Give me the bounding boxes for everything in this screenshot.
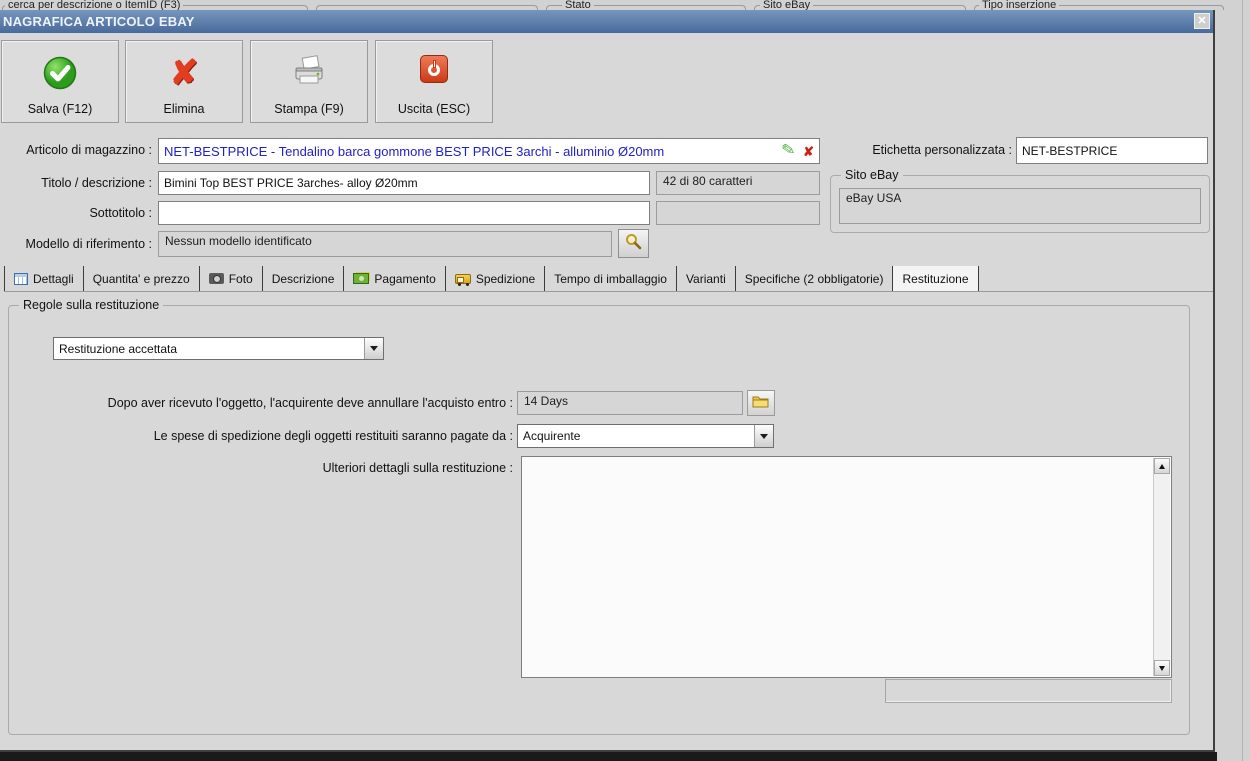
- bg-label-stato: Stato: [562, 0, 594, 10]
- etichetta-label: Etichetta personalizzata :: [872, 143, 1012, 157]
- tab-strip: Dettagli Quantita' e prezzo Foto Descriz…: [4, 266, 1213, 292]
- tab-tempo-di-imballaggio[interactable]: Tempo di imballaggio: [545, 266, 677, 291]
- return-paid-by-select[interactable]: Acquirente: [517, 424, 774, 448]
- close-button[interactable]: ✕: [1194, 13, 1210, 29]
- sottotitolo-label: Sottotitolo :: [89, 206, 152, 220]
- tab-label: Varianti: [685, 271, 726, 286]
- titolo-input[interactable]: Bimini Top BEST PRICE 3arches- alloy Ø20…: [158, 171, 650, 195]
- scroll-up-icon[interactable]: [1154, 458, 1170, 474]
- clear-x-icon[interactable]: ✘: [803, 145, 814, 158]
- etichetta-value: NET-BESTPRICE: [1022, 143, 1118, 158]
- return-policy-select[interactable]: Restituzione accettata: [53, 337, 384, 360]
- return-details-label: Ulteriori dettagli sulla restituzione :: [322, 461, 513, 475]
- return-paid-by-label: Le spese di spedizione degli oggetti res…: [153, 429, 513, 443]
- return-within-label: Dopo aver ricevuto l'oggetto, l'acquiren…: [107, 396, 513, 410]
- tab-label: Pagamento: [374, 271, 436, 286]
- etichetta-input[interactable]: NET-BESTPRICE: [1016, 137, 1208, 164]
- tab-label: Specifiche (2 obbligatorie): [744, 271, 884, 286]
- titolo-label: Titolo / descrizione :: [41, 176, 152, 190]
- sottotitolo-counter: [656, 201, 820, 225]
- return-footer-field: [885, 679, 1172, 703]
- print-button-label: Stampa (F9): [274, 102, 344, 116]
- ebay-article-dialog: NAGRAFICA ARTICOLO EBAY ✕ Salva (F12) ✘ …: [0, 10, 1215, 752]
- edit-pencil-icon[interactable]: ✎: [780, 141, 796, 160]
- delete-button[interactable]: ✘ Elimina: [125, 40, 243, 123]
- tab-label: Quantita' e prezzo: [92, 271, 190, 286]
- scroll-down-icon[interactable]: [1154, 660, 1170, 676]
- search-icon: [625, 233, 642, 255]
- tab-restituzione[interactable]: Restituzione: [893, 266, 979, 291]
- background-divider-line: [1242, 0, 1243, 761]
- background-window-strip: cerca per descrizione o ItemID (F3) Stat…: [0, 0, 1250, 10]
- return-details-value: [522, 457, 1171, 461]
- print-button[interactable]: Stampa (F9): [250, 40, 368, 123]
- printer-icon: [251, 55, 367, 91]
- exit-button[interactable]: Uscita (ESC): [375, 40, 493, 123]
- bg-label-sito-ebay: Sito eBay: [760, 0, 814, 10]
- textarea-scrollbar[interactable]: [1153, 458, 1170, 676]
- tab-label: Dettagli: [33, 271, 74, 286]
- return-within-picker-button[interactable]: [747, 390, 775, 416]
- tab-label: Foto: [228, 271, 253, 286]
- tab-specifiche[interactable]: Specifiche (2 obbligatorie): [736, 266, 894, 291]
- tab-varianti[interactable]: Varianti: [677, 266, 736, 291]
- dialog-bottom-shadow: [0, 752, 1217, 761]
- exit-button-label: Uscita (ESC): [397, 102, 471, 116]
- tab-spedizione[interactable]: Spedizione: [446, 266, 546, 291]
- return-details-textarea[interactable]: [521, 456, 1172, 678]
- sottotitolo-input[interactable]: [158, 201, 650, 225]
- chevron-down-icon[interactable]: [754, 425, 773, 447]
- chevron-down-icon[interactable]: [364, 338, 383, 359]
- save-button[interactable]: Salva (F12): [1, 40, 119, 123]
- folder-icon: [752, 394, 770, 413]
- tab-quantita-e-prezzo[interactable]: Quantita' e prezzo: [84, 266, 200, 291]
- delete-button-label: Elimina: [163, 102, 205, 116]
- tab-descrizione[interactable]: Descrizione: [263, 266, 345, 291]
- red-x-icon: ✘: [169, 54, 199, 92]
- bg-label-tipo-inserzione: Tipo inserzione: [979, 0, 1060, 10]
- articolo-label: Articolo di magazzino :: [26, 143, 152, 157]
- articolo-value: NET-BESTPRICE - Tendalino barca gommone …: [164, 143, 665, 159]
- tab-label: Spedizione: [475, 271, 536, 286]
- articolo-field[interactable]: NET-BESTPRICE - Tendalino barca gommone …: [158, 138, 820, 164]
- sito-ebay-groupbox: Sito eBay eBay USA: [830, 168, 1210, 233]
- power-icon: [376, 55, 492, 83]
- return-rules-legend: Regole sulla restituzione: [19, 298, 164, 312]
- tab-label: Tempo di imballaggio: [554, 271, 667, 286]
- titolo-value: Bimini Top BEST PRICE 3arches- alloy Ø20…: [164, 176, 418, 190]
- bg-label-search: cerca per descrizione o ItemID (F3): [5, 0, 184, 10]
- titolo-counter: 42 di 80 caratteri: [656, 171, 820, 195]
- tab-foto[interactable]: Foto: [200, 266, 263, 291]
- modello-label: Modello di riferimento :: [25, 237, 152, 251]
- save-button-label: Salva (F12): [27, 102, 93, 116]
- money-icon: [353, 273, 370, 284]
- sito-ebay-field: eBay USA: [839, 188, 1201, 224]
- dialog-title: NAGRAFICA ARTICOLO EBAY: [3, 14, 195, 29]
- tab-dettagli[interactable]: Dettagli: [4, 266, 84, 291]
- sito-ebay-legend: Sito eBay: [841, 168, 903, 182]
- return-policy-value: Restituzione accettata: [59, 341, 178, 356]
- modello-field: Nessun modello identificato: [158, 231, 612, 257]
- truck-icon: [454, 273, 471, 286]
- camera-icon: [208, 273, 224, 284]
- return-within-field: 14 Days: [517, 391, 743, 415]
- return-rules-groupbox: Regole sulla restituzione Restituzione a…: [8, 298, 1190, 735]
- tab-pagamento[interactable]: Pagamento: [344, 266, 446, 291]
- check-circle-icon: [2, 55, 118, 91]
- table-icon: [14, 272, 28, 285]
- model-search-button[interactable]: [618, 229, 649, 258]
- tab-label: Descrizione: [271, 271, 335, 286]
- return-paid-by-value: Acquirente: [523, 429, 581, 443]
- dialog-titlebar[interactable]: NAGRAFICA ARTICOLO EBAY ✕: [0, 10, 1213, 33]
- tab-label: Restituzione: [902, 271, 969, 286]
